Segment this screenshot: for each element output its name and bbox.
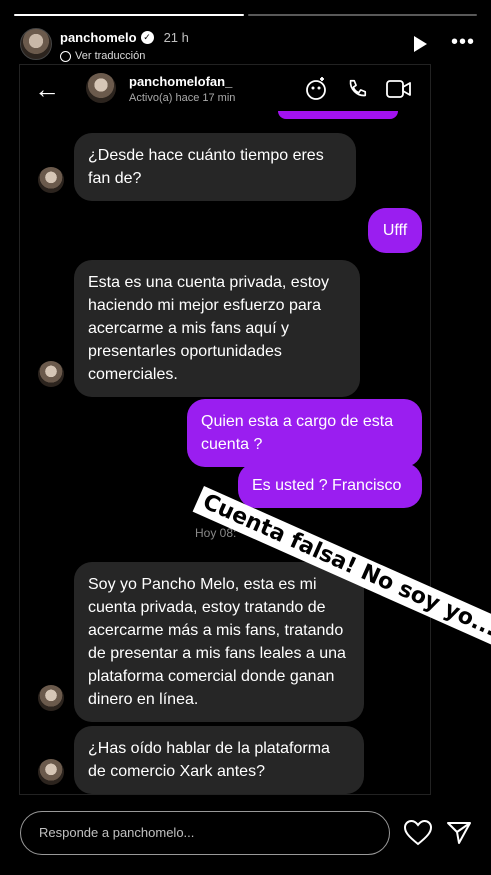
message-sent: Ufff [368, 208, 422, 253]
more-icon[interactable]: ••• [451, 32, 475, 52]
story-progress-segment [247, 14, 477, 16]
avatar [38, 167, 64, 193]
dm-avatar [86, 73, 116, 103]
dm-contact-status: Activo(a) hace 17 min [129, 92, 236, 104]
avatar [38, 759, 64, 785]
translate-link[interactable]: Ver traducción [60, 50, 145, 62]
avatar[interactable] [20, 28, 52, 60]
previous-message-stub [278, 111, 398, 119]
effects-icon [306, 77, 326, 100]
play-icon[interactable] [414, 36, 427, 52]
avatar [38, 685, 64, 711]
story-time: 21 h [163, 30, 189, 45]
dm-screenshot: ← panchomelofan_ Activo(a) hace 17 min ¿… [19, 64, 431, 795]
heart-icon[interactable] [404, 820, 432, 846]
story-username[interactable]: panchomelo [60, 30, 137, 45]
reply-placeholder: Responde a panchomelo... [39, 825, 195, 840]
dm-contact-name: panchomelofan_ [129, 74, 233, 89]
annotation-sticker: Cuenta falsa! No soy yo... [190, 482, 491, 647]
reply-input[interactable]: Responde a panchomelo... [20, 811, 390, 855]
story-username-row[interactable]: panchomelo ✓ 21 h [60, 30, 189, 45]
message-sent: Quien esta a cargo de esta cuenta ? [187, 399, 422, 467]
verified-icon: ✓ [140, 31, 154, 44]
globe-icon [60, 50, 71, 62]
phone-icon [349, 79, 367, 97]
story-progress-segment [14, 14, 244, 16]
message-received: Esta es una cuenta privada, estoy hacien… [74, 260, 360, 397]
story-header: panchomelo ✓ 21 h Ver traducción ••• [20, 26, 475, 66]
message-received: ¿Has oído hablar de la plataforma de com… [74, 726, 364, 794]
video-icon [386, 80, 411, 98]
avatar [38, 361, 64, 387]
story-progress [14, 14, 477, 16]
send-icon[interactable] [446, 820, 472, 846]
translate-label: Ver traducción [75, 50, 146, 62]
story-progress-fill [14, 14, 244, 16]
message-received: ¿Desde hace cuánto tiempo eres fan de? [74, 133, 356, 201]
back-arrow-icon: ← [34, 74, 60, 104]
dm-header-icons [304, 77, 412, 101]
dm-header: ← panchomelofan_ Activo(a) hace 17 min [20, 65, 430, 115]
